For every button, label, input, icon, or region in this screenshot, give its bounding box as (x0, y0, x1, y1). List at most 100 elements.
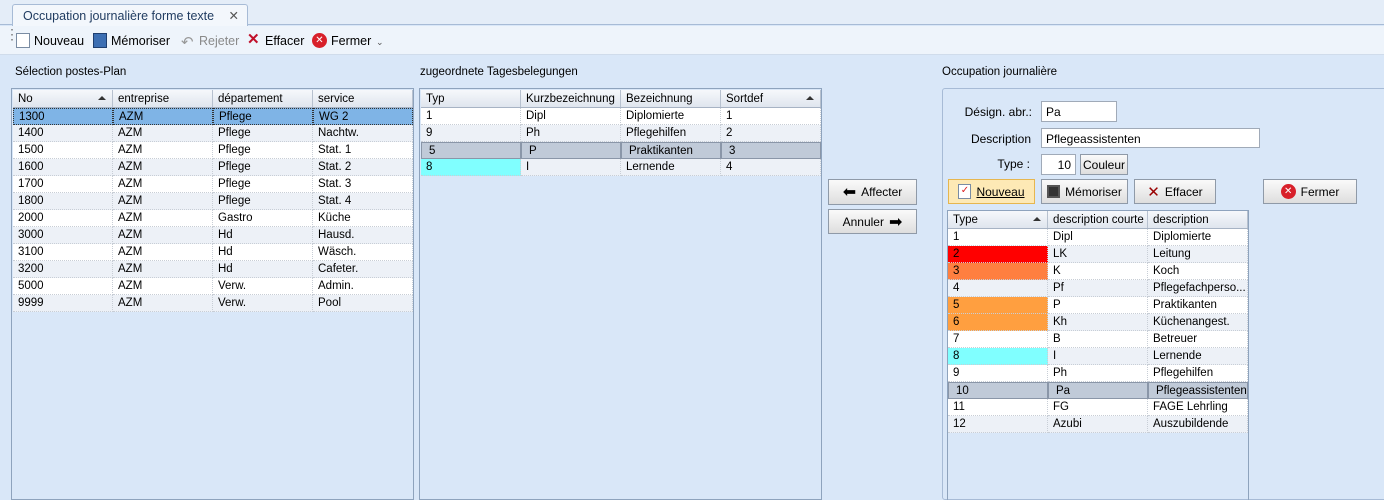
type-input[interactable]: 10 (1041, 154, 1076, 175)
table-row[interactable]: 5 P Praktikanten (948, 297, 1248, 314)
table-cell: LK (1048, 246, 1148, 263)
table-cell: Leitung (1148, 246, 1248, 263)
column-header-2[interactable]: description (1148, 211, 1248, 228)
table-cell: Wäsch. (313, 244, 413, 261)
annuler-label: Annuler (842, 214, 884, 229)
sort-ascending-icon (98, 96, 106, 100)
table-cell: Pflegehilfen (621, 125, 721, 142)
column-header-0[interactable]: Typ (421, 90, 521, 107)
type-label: Type : (997, 157, 1030, 171)
tagesbelegungen-grid[interactable]: Typ Kurzbezeichnung Bezeichnung Sortdef 1 Di… (419, 88, 822, 500)
table-row[interactable]: 9 Ph Pflegehilfen (948, 365, 1248, 382)
table-row[interactable]: 9999 AZM Verw. Pool (13, 295, 413, 312)
table-cell: I (1048, 348, 1148, 365)
delete-x-icon: ✕ (247, 31, 260, 48)
table-row[interactable]: 4 Pf Pflegefachperso... (948, 280, 1248, 297)
table-row[interactable]: 1700 AZM Pflege Stat. 3 (13, 176, 413, 193)
table-row[interactable]: 10 Pa Pflegeassistenten (948, 382, 1248, 399)
right-memoriser-button[interactable]: Mémoriser (1041, 179, 1128, 204)
table-row[interactable]: 9 Ph Pflegehilfen 2 (421, 125, 821, 142)
affecter-label: Affecter (861, 185, 903, 199)
table-cell: Stat. 1 (313, 142, 413, 159)
table-cell: 2 (721, 125, 821, 142)
column-header-1[interactable]: entreprise (113, 90, 213, 107)
postes-grid[interactable]: No entreprise département service 1300 AZM Pf… (11, 88, 414, 500)
table-cell: 10 (948, 382, 1048, 399)
table-row[interactable]: 5 P Praktikanten 3 (421, 142, 821, 159)
occupation-grid[interactable]: Type description courte description 1 Dipl D… (947, 210, 1249, 500)
table-row[interactable]: 3200 AZM Hd Cafeter. (13, 261, 413, 278)
table-cell: AZM (113, 295, 213, 312)
table-row[interactable]: 5000 AZM Verw. Admin. (13, 278, 413, 295)
memoriser-button[interactable]: Mémoriser (93, 33, 170, 48)
arrow-right-icon: ➡ (888, 213, 903, 231)
table-cell: Dipl (521, 108, 621, 125)
annuler-button[interactable]: Annuler ➡ (828, 209, 917, 234)
right-fermer-button[interactable]: ✕ Fermer (1263, 179, 1357, 204)
rejeter-button[interactable]: ↶ Rejeter (181, 33, 239, 52)
column-header-3[interactable]: service (313, 90, 413, 107)
column-header-1[interactable]: Kurzbezeichnung (521, 90, 621, 107)
table-row[interactable]: 6 Kh Küchenangest. (948, 314, 1248, 331)
undo-icon: ↶ (181, 34, 194, 51)
column-header-2[interactable]: Bezeichnung (621, 90, 721, 107)
table-row[interactable]: 1 Dipl Diplomierte 1 (421, 108, 821, 125)
table-cell: Pflegehilfen (1148, 365, 1248, 382)
design-abr-input[interactable]: Pa (1041, 101, 1117, 122)
table-row[interactable]: 8 I Lernende (948, 348, 1248, 365)
table-row[interactable]: 3100 AZM Hd Wäsch. (13, 244, 413, 261)
column-header-3[interactable]: Sortdef (721, 90, 821, 107)
table-cell: 9 (421, 125, 521, 142)
table-row[interactable]: 1800 AZM Pflege Stat. 4 (13, 193, 413, 210)
table-cell: 11 (948, 399, 1048, 416)
table-cell: 6 (948, 314, 1048, 331)
table-row[interactable]: 1 Dipl Diplomierte (948, 229, 1248, 246)
table-cell: Pa (1048, 382, 1148, 399)
column-header-2[interactable]: département (213, 90, 313, 107)
table-cell: FAGE Lehrling (1148, 399, 1248, 416)
couleur-button[interactable]: Couleur (1080, 154, 1128, 175)
description-input[interactable]: Pflegeassistenten (1041, 128, 1260, 148)
fermer-button[interactable]: ✕ Fermer (312, 33, 371, 48)
delete-x-icon: ✕ (1147, 183, 1160, 201)
table-row[interactable]: 2000 AZM Gastro Küche (13, 210, 413, 227)
table-cell: Stat. 2 (313, 159, 413, 176)
table-row[interactable]: 3000 AZM Hd Hausd. (13, 227, 413, 244)
column-header-1[interactable]: description courte (1048, 211, 1148, 228)
table-cell: 1 (421, 108, 521, 125)
table-cell: Kh (1048, 314, 1148, 331)
table-cell: B (1048, 331, 1148, 348)
overflow-chevron-icon[interactable]: ⌄ (376, 37, 384, 48)
column-header-0[interactable]: Type (948, 211, 1048, 228)
right-nouveau-button[interactable]: ✓ Nouveau (948, 179, 1035, 204)
right-effacer-button[interactable]: ✕ Effacer (1134, 179, 1216, 204)
table-row[interactable]: 2 LK Leitung (948, 246, 1248, 263)
affecter-button[interactable]: ⬅ Affecter (828, 179, 917, 205)
effacer-button[interactable]: ✕ Effacer (247, 31, 304, 48)
tab-occupation[interactable]: Occupation journalière forme texte ✕ (12, 4, 248, 26)
table-cell: P (1048, 297, 1148, 314)
table-cell: 9999 (13, 295, 113, 312)
table-row[interactable]: 12 Azubi Auszubildende (948, 416, 1248, 433)
table-row[interactable]: 11 FG FAGE Lehrling (948, 399, 1248, 416)
nouveau-button[interactable]: Nouveau (16, 33, 84, 48)
close-icon[interactable]: ✕ (229, 8, 239, 23)
table-row[interactable]: 7 B Betreuer (948, 331, 1248, 348)
table-row[interactable]: 1300 AZM Pflege WG 2 (13, 108, 413, 125)
table-cell: 3 (721, 142, 821, 159)
table-row[interactable]: 8 I Lernende 4 (421, 159, 821, 176)
left-section-title: Sélection postes-Plan (15, 66, 127, 78)
table-cell: Pf (1048, 280, 1148, 297)
table-row[interactable]: 1400 AZM Pflege Nachtw. (13, 125, 413, 142)
table-cell: AZM (113, 278, 213, 295)
table-cell: Pflege (213, 176, 313, 193)
table-cell: AZM (113, 159, 213, 176)
column-header-0[interactable]: No (13, 90, 113, 107)
table-row[interactable]: 3 K Koch (948, 263, 1248, 280)
table-cell: 3000 (13, 227, 113, 244)
table-cell: Küche (313, 210, 413, 227)
tab-title: Occupation journalière forme texte (23, 9, 215, 23)
table-row[interactable]: 1600 AZM Pflege Stat. 2 (13, 159, 413, 176)
table-row[interactable]: 1500 AZM Pflege Stat. 1 (13, 142, 413, 159)
table-cell: Pflegeassistenten (1148, 382, 1248, 399)
